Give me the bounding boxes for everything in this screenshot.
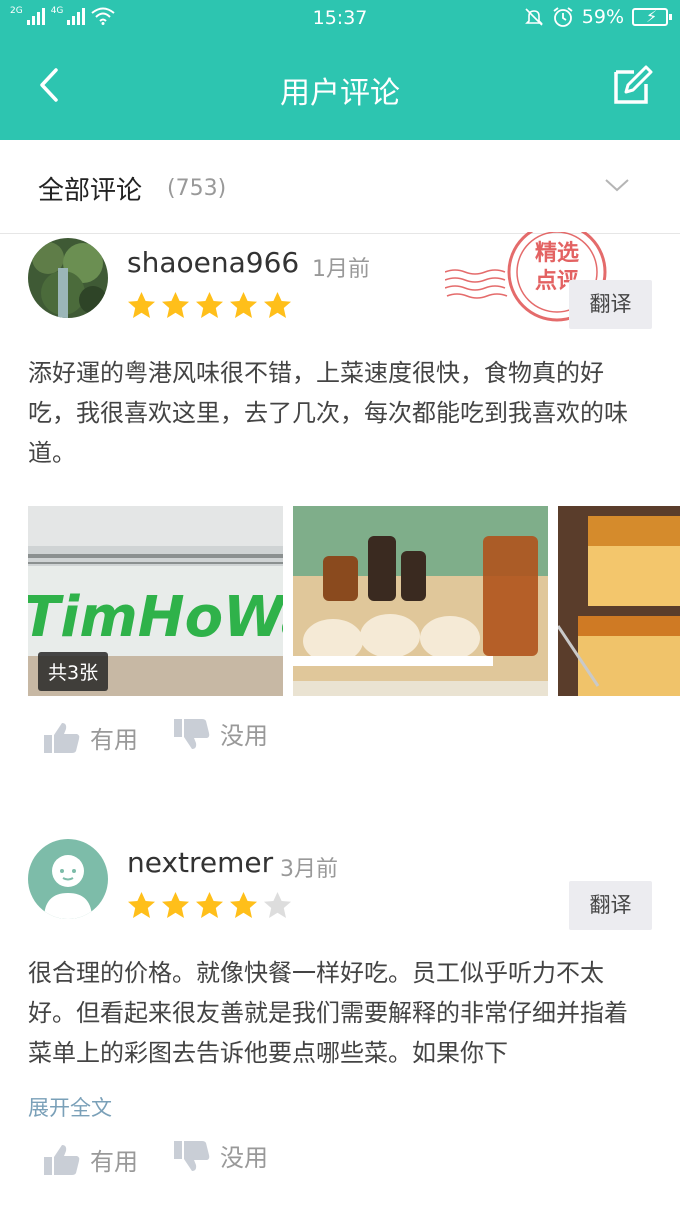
photo-strip[interactable]: TimHoWan 共3张 xyxy=(28,506,680,696)
star-filled-icon xyxy=(128,892,155,918)
review-photo[interactable] xyxy=(558,506,680,696)
thumbs-up-icon xyxy=(44,722,80,753)
review-photo[interactable]: TimHoWan 共3张 xyxy=(28,506,283,696)
svg-text:精选: 精选 xyxy=(535,240,579,266)
avatar[interactable] xyxy=(28,839,108,919)
review-date: 1月前 xyxy=(312,257,370,282)
star-filled-icon xyxy=(162,292,189,318)
star-filled-icon xyxy=(264,292,291,318)
star-filled-icon xyxy=(128,292,155,318)
filter-label: 全部评论 xyxy=(38,176,143,206)
useful-label: 有用 xyxy=(90,726,138,754)
battery-percent: 59% xyxy=(581,6,624,28)
expand-full-text-link[interactable]: 展开全文 xyxy=(28,1092,112,1122)
star-filled-icon xyxy=(162,892,189,918)
review-photo[interactable] xyxy=(293,506,548,696)
star-filled-icon xyxy=(230,292,257,318)
username[interactable]: shaoena966 xyxy=(127,246,299,279)
review-text: 添好運的粤港风味很不错，上菜速度很快，食物真的好吃，我很喜欢这里，去了几次，每次… xyxy=(28,359,628,467)
app-header: 用户评论 xyxy=(0,38,680,140)
thumbs-down-icon xyxy=(174,1140,210,1171)
alarm-icon xyxy=(553,7,573,27)
thumbs-down-icon xyxy=(174,718,210,749)
star-filled-icon xyxy=(196,292,223,318)
status-bar: 2G 4G 15:37 59% ⚡ xyxy=(0,0,680,38)
rating-stars xyxy=(127,291,292,319)
photo-count-badge: 共3张 xyxy=(38,652,109,691)
username[interactable]: nextremer xyxy=(127,846,273,879)
useless-label: 没用 xyxy=(220,1144,268,1172)
translate-button[interactable]: 翻译 xyxy=(569,280,652,329)
write-review-icon[interactable] xyxy=(612,64,654,106)
thumbs-up-icon xyxy=(44,1144,80,1175)
star-empty-icon xyxy=(264,892,291,918)
useful-button[interactable]: 有用 xyxy=(42,1142,138,1177)
battery-icon: ⚡ xyxy=(632,7,672,26)
notification-muted-icon xyxy=(524,8,543,26)
useful-label: 有用 xyxy=(90,1148,138,1176)
useless-label: 没用 xyxy=(220,722,268,750)
review-date: 3月前 xyxy=(280,857,338,882)
useful-button[interactable]: 有用 xyxy=(42,720,138,755)
review-count: (753) xyxy=(167,176,227,201)
avatar[interactable] xyxy=(28,238,108,318)
page-title: 用户评论 xyxy=(280,76,400,111)
top-bar: 2G 4G 15:37 59% ⚡ 用户评论 xyxy=(0,0,680,140)
useless-button[interactable]: 没用 xyxy=(172,716,268,751)
restaurant-sign-text: TimHoWan xyxy=(28,585,283,650)
star-filled-icon xyxy=(230,892,257,918)
chevron-down-icon[interactable] xyxy=(604,174,630,196)
translate-button[interactable]: 翻译 xyxy=(569,881,652,930)
review-filter-bar[interactable]: 全部评论 (753) xyxy=(0,140,680,234)
useless-button[interactable]: 没用 xyxy=(172,1138,268,1173)
rating-stars xyxy=(127,891,292,919)
review-text: 很合理的价格。就像快餐一样好吃。员工似乎听力不太好。但看起来很友善就是我们需要解… xyxy=(28,959,628,1067)
star-filled-icon xyxy=(196,892,223,918)
